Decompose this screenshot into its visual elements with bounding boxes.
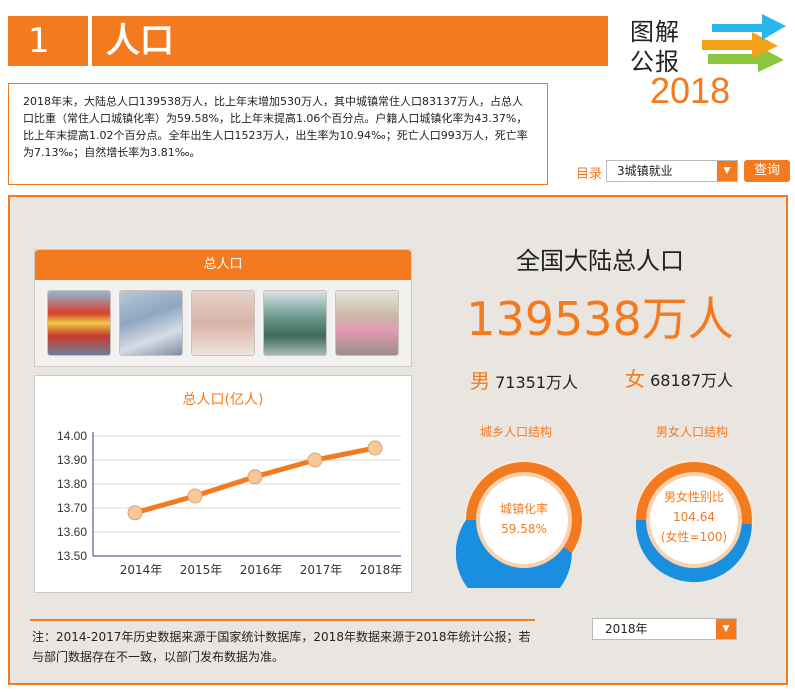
male-value: 71351万人: [495, 373, 578, 392]
total-population-title: 全国大陆总人口: [516, 247, 684, 275]
data-point: [127, 505, 143, 521]
y-tick-label: 13.50: [57, 549, 87, 563]
data-point: [247, 469, 263, 485]
x-tick-label: 2015年: [180, 563, 223, 577]
catalog-selected-value: 3城镇就业: [617, 164, 673, 178]
thumbnail-tiananmen[interactable]: [47, 290, 111, 356]
population-chart: 总人口(亿人) 14.00 13.90 13.80 13.70 13.60 13.50 201…: [34, 375, 412, 593]
section-title: 人口: [92, 16, 608, 66]
y-tick-label: 13.60: [57, 525, 87, 539]
x-tick-label: 2016年: [240, 563, 283, 577]
y-tick-label: 14.00: [57, 429, 87, 443]
year-selected-value: 2018年: [605, 622, 648, 636]
main-panel: 总人口 总人口(亿人) 14.00 13.90 13.80 13.70 13.60 13.5…: [8, 195, 788, 685]
section-number: 1: [8, 16, 88, 66]
catalog-label: 目录: [576, 167, 603, 182]
logo-year: 2018: [650, 70, 731, 111]
urban-ring-text: 城镇化率 59.58%: [482, 499, 566, 539]
urbanization-label: 城镇化率: [499, 502, 548, 516]
chevron-down-icon: ▼: [716, 619, 736, 639]
note-divider: [30, 619, 535, 621]
gazette-logo: 图解 公报 2018: [628, 10, 788, 111]
data-point: [367, 440, 383, 456]
urban-structure-title: 城乡人口结构: [479, 425, 552, 439]
x-tick-label: 2017年: [300, 563, 343, 577]
data-point: [307, 452, 323, 468]
thumbnail-hospital[interactable]: [263, 290, 327, 356]
catalog-select[interactable]: 3城镇就业 ▼: [606, 160, 738, 182]
sex-ratio-sub: (女性=100): [660, 530, 728, 544]
year-select[interactable]: 2018年 ▼: [592, 618, 737, 640]
sex-ratio-value: 104.64: [673, 510, 715, 524]
y-tick-label: 13.90: [57, 453, 87, 467]
arrows-logo-icon: [702, 14, 786, 72]
female-label: 女: [625, 367, 645, 391]
chevron-down-icon: ▼: [717, 161, 737, 181]
query-button[interactable]: 查询: [744, 160, 790, 182]
sex-ratio-label: 男女性别比: [663, 490, 724, 504]
line-chart: 总人口(亿人) 14.00 13.90 13.80 13.70 13.60 13.50 201…: [57, 392, 403, 577]
picture-gallery: 总人口: [34, 249, 412, 367]
chart-title: 总人口(亿人): [183, 392, 264, 408]
male-population: 男 71351万人: [470, 365, 578, 394]
gender-structure-title: 男女人口结构: [655, 425, 728, 439]
thumbnail-newborns[interactable]: [191, 290, 255, 356]
thumbnail-children[interactable]: [335, 290, 399, 356]
y-tick-label: 13.80: [57, 477, 87, 491]
gender-ring-text: 男女性别比 104.64 (女性=100): [652, 487, 736, 547]
total-population-value: 139538万人: [466, 292, 734, 346]
thumbnail-factory[interactable]: [119, 290, 183, 356]
tab-total-population[interactable]: 总人口: [35, 250, 411, 280]
data-point: [187, 488, 203, 504]
female-value: 68187万人: [650, 371, 733, 390]
male-label: 男: [470, 369, 490, 393]
x-tick-label: 2014年: [120, 563, 163, 577]
x-tick-label: 2018年: [360, 563, 403, 577]
y-tick-label: 13.70: [57, 501, 87, 515]
summary-text: 2018年末，大陆总人口139538万人，比上年末增加530万人，其中城镇常住人…: [8, 83, 548, 185]
urbanization-value: 59.58%: [501, 522, 547, 536]
female-population: 女 68187万人: [625, 363, 733, 392]
data-source-note: 注：2014-2017年历史数据来源于国家统计数据库，2018年数据来源于201…: [32, 630, 531, 664]
